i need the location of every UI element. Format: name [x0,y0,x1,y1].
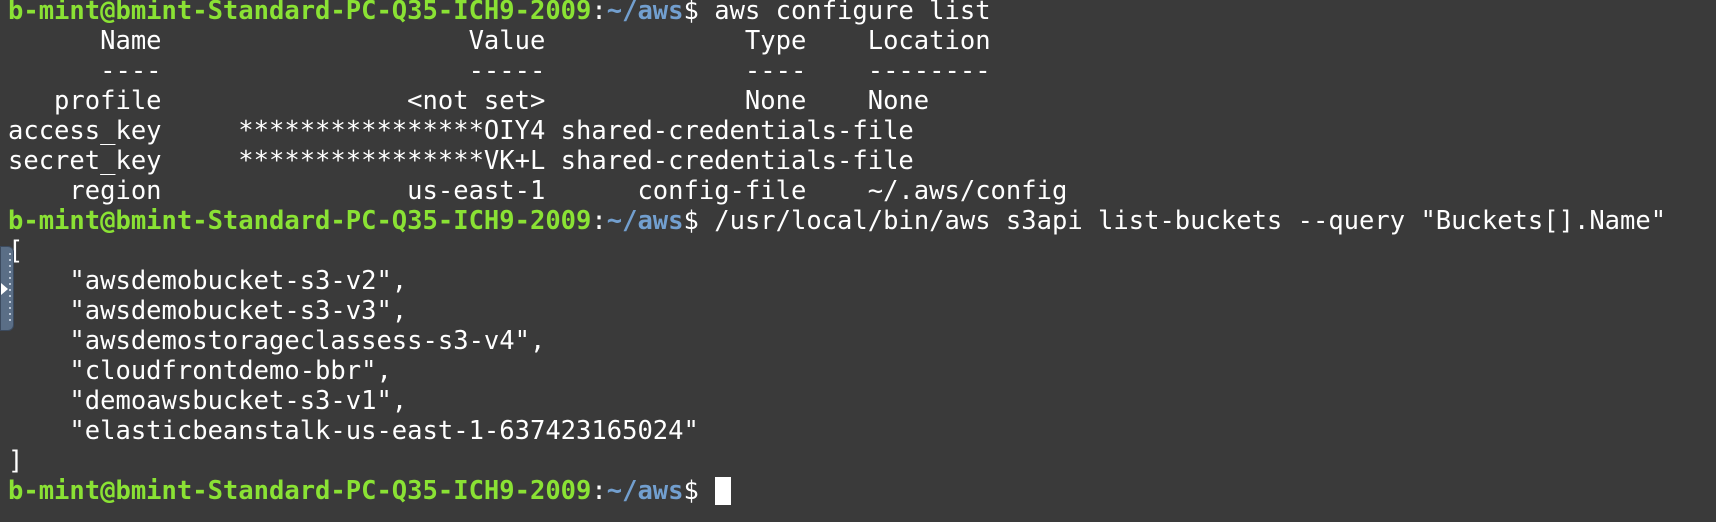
text-cursor[interactable] [715,477,732,505]
prompt-user-host: b-mint@bmint-Standard-PC-Q35-ICH9-2009 [8,476,592,506]
prompt-user-host: b-mint@bmint-Standard-PC-Q35-ICH9-2009 [8,206,592,236]
prompt-sign: $ [683,0,699,26]
bucket-name: "awsdemobucket-s3-v2", [8,266,408,296]
table-separator: ---- ----- ---- -------- [8,56,991,86]
table-row: profile <not set> None None [8,86,930,116]
grip-dots-icon [9,253,11,325]
json-close-bracket: ] [8,446,24,476]
prompt-line[interactable]: b-mint@bmint-Standard-PC-Q35-ICH9-2009:~… [8,476,1716,506]
bucket-name: "demoawsbucket-s3-v1", [8,386,408,416]
terminal-output[interactable]: b-mint@bmint-Standard-PC-Q35-ICH9-2009:~… [8,0,1716,506]
prompt-path: ~/aws [606,206,684,236]
bucket-name: "cloudfrontdemo-bbr", [8,356,392,386]
prompt-user-host: b-mint@bmint-Standard-PC-Q35-ICH9-2009 [8,0,592,26]
prompt-path: ~/aws [606,476,684,506]
prompt-line: b-mint@bmint-Standard-PC-Q35-ICH9-2009:~… [8,206,1667,236]
expand-arrow-icon [1,283,8,295]
prompt-sign: $ [683,206,699,236]
table-row: secret_key ****************VK+L shared-c… [8,146,914,176]
table-header: Name Value Type Location [8,26,991,56]
command-text: aws configure list [714,0,991,26]
command-text: /usr/local/bin/aws s3api list-buckets --… [714,206,1667,236]
table-row: region us-east-1 config-file ~/.aws/conf… [8,176,1068,206]
table-row: access_key ****************OIY4 shared-c… [8,116,914,146]
bucket-name: "awsdemobucket-s3-v3", [8,296,408,326]
prompt-sign: $ [683,476,699,506]
prompt-path: ~/aws [606,0,684,26]
side-panel-handle[interactable] [0,246,14,331]
prompt-line: b-mint@bmint-Standard-PC-Q35-ICH9-2009:~… [8,0,1716,26]
bucket-name: "awsdemostorageclassess-s3-v4", [8,326,546,356]
json-open-bracket: [ [8,236,24,266]
bucket-name: "elasticbeanstalk-us-east-1-637423165024… [8,416,699,446]
